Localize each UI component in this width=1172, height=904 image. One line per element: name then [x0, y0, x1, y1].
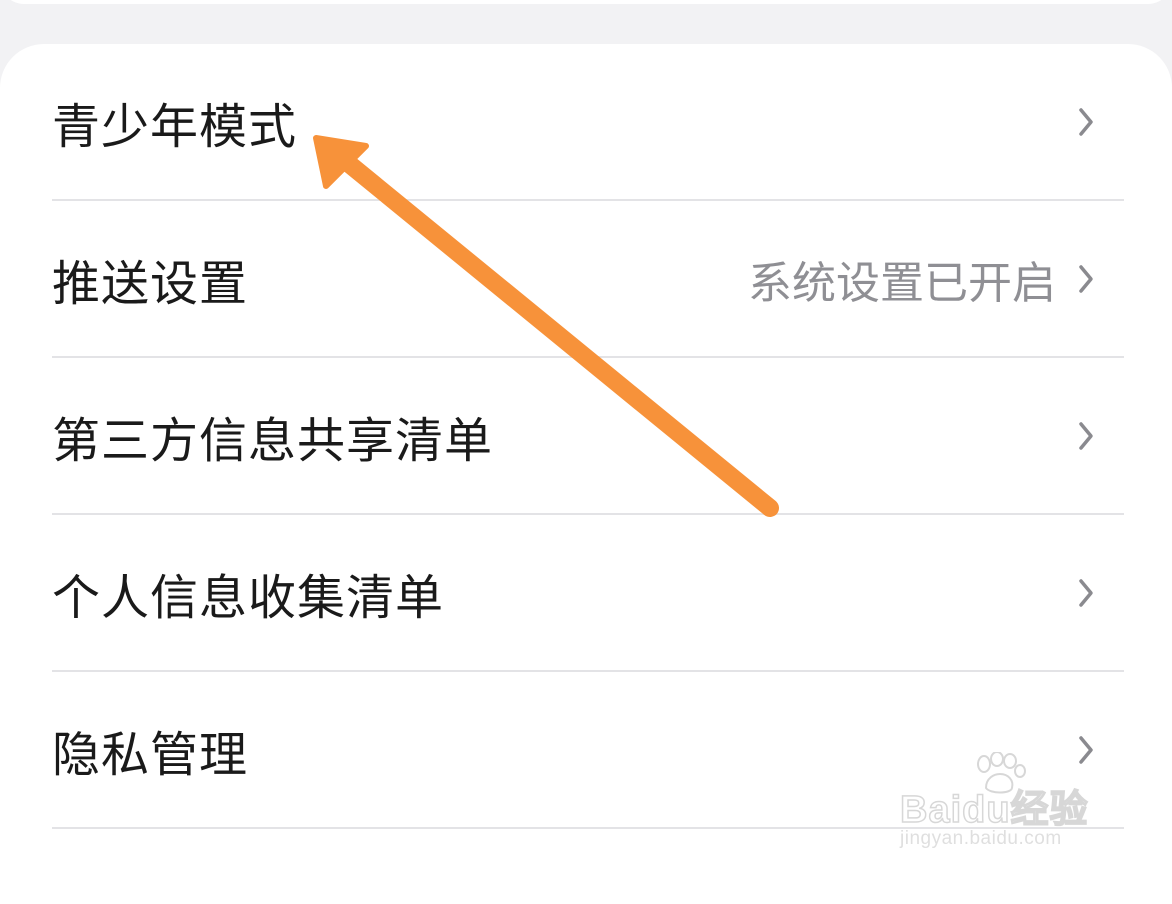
- chevron-right-icon: [1079, 107, 1093, 136]
- baidu-jingyan-watermark: Baidu经验 jingyan.baidu.com: [899, 752, 1120, 862]
- settings-item-third-party-sharing-list[interactable]: 第三方信息共享清单: [52, 358, 1124, 515]
- settings-item-label: 隐私管理: [52, 726, 249, 783]
- settings-item-label: 青少年模式: [52, 98, 298, 155]
- chevron-right-icon: [1079, 421, 1093, 450]
- settings-item-label: 个人信息收集清单: [52, 569, 445, 626]
- push-status-value: 系统设置已开启: [748, 257, 1056, 309]
- chevron-right-icon: [1079, 264, 1093, 293]
- settings-item-right: [1078, 578, 1124, 608]
- watermark-url: jingyan.baidu.com: [900, 828, 1062, 849]
- settings-item-label: 第三方信息共享清单: [52, 412, 494, 469]
- settings-item-personal-info-collection-list[interactable]: 个人信息收集清单: [52, 515, 1124, 672]
- settings-item-right: [1078, 421, 1124, 451]
- settings-item-push-settings[interactable]: 推送设置 系统设置已开启: [52, 201, 1124, 358]
- watermark-brand: Baidu经验: [899, 788, 1089, 832]
- previous-section-card: [0, 0, 1172, 4]
- settings-item-teen-mode[interactable]: 青少年模式: [52, 44, 1124, 201]
- settings-item-right: [1078, 107, 1124, 137]
- settings-item-right: 系统设置已开启: [748, 247, 1124, 311]
- settings-item-label: 推送设置: [52, 255, 249, 312]
- chevron-right-icon: [1079, 578, 1093, 607]
